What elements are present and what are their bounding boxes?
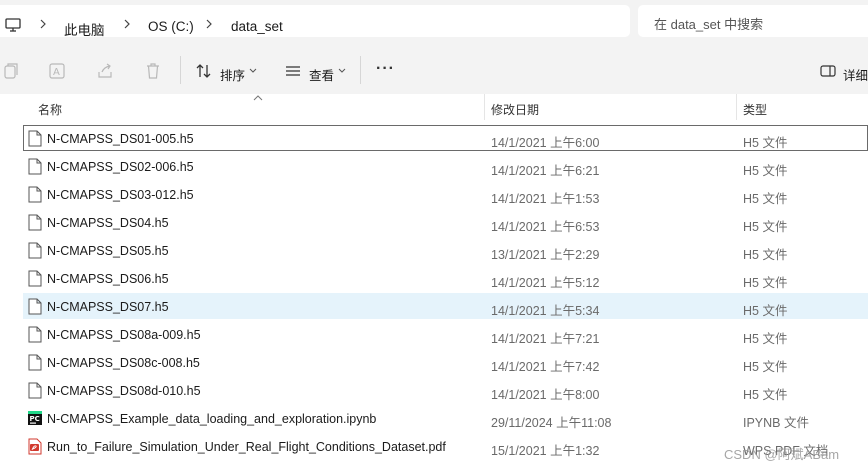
- file-name: N-CMAPSS_DS07.h5: [47, 300, 169, 314]
- sort-label: 排序: [220, 69, 246, 83]
- search-input[interactable]: 在 data_set 中搜索: [638, 5, 868, 37]
- file-row[interactable]: N-CMAPSS_DS08c-008.h5 14/1/2021 上午7:42 H…: [0, 349, 868, 377]
- file-type: H5 文件: [743, 304, 788, 318]
- toolbar-divider: [360, 56, 361, 84]
- file-list: N-CMAPSS_DS01-005.h5 14/1/2021 上午6:00 H5…: [0, 125, 868, 461]
- chevron-right-icon[interactable]: [120, 17, 134, 31]
- file-row[interactable]: N-CMAPSS_DS04.h5 14/1/2021 上午6:53 H5 文件: [0, 209, 868, 237]
- file-row[interactable]: N-CMAPSS_DS08d-010.h5 14/1/2021 上午8:00 H…: [0, 377, 868, 405]
- breadcrumb-this-pc[interactable]: 此电脑: [64, 19, 105, 39]
- file-date: 14/1/2021 上午6:21: [491, 164, 600, 178]
- column-divider[interactable]: [484, 94, 485, 120]
- address-bar-strip: 此电脑 OS (C:) data_set 在 data_set 中搜索: [0, 0, 868, 44]
- chevron-right-icon[interactable]: [36, 17, 50, 31]
- file-type: H5 文件: [743, 220, 788, 234]
- file-date: 14/1/2021 上午6:00: [491, 136, 600, 150]
- column-divider[interactable]: [736, 94, 737, 120]
- breadcrumb-drive-c[interactable]: OS (C:): [148, 19, 194, 34]
- search-placeholder: 在 data_set 中搜索: [654, 17, 764, 32]
- file-row[interactable]: N-CMAPSS_DS03-012.h5 14/1/2021 上午1:53 H5…: [0, 181, 868, 209]
- svg-text:A: A: [53, 67, 60, 78]
- address-bar[interactable]: 此电脑 OS (C:) data_set: [0, 5, 630, 39]
- pdf-icon: [28, 438, 42, 455]
- chevron-down-icon: [338, 68, 346, 73]
- file-name: N-CMAPSS_DS08d-010.h5: [47, 384, 201, 398]
- toolbar-divider: [180, 56, 181, 84]
- file-name: Run_to_Failure_Simulation_Under_Real_Fli…: [47, 440, 446, 454]
- file-row[interactable]: N-CMAPSS_DS08a-009.h5 14/1/2021 上午7:21 H…: [0, 321, 868, 349]
- file-icon: [28, 326, 42, 343]
- file-name: N-CMAPSS_DS01-005.h5: [47, 132, 194, 146]
- sort-ascending-icon: [253, 95, 263, 101]
- file-type: H5 文件: [743, 360, 788, 374]
- file-date: 14/1/2021 上午1:53: [491, 192, 600, 206]
- file-icon: [28, 270, 42, 287]
- rename-icon[interactable]: A: [48, 62, 66, 80]
- file-date: 14/1/2021 上午6:53: [491, 220, 600, 234]
- file-type: H5 文件: [743, 164, 788, 178]
- share-icon[interactable]: [96, 62, 114, 80]
- file-date: 14/1/2021 上午8:00: [491, 388, 600, 402]
- file-type: H5 文件: [743, 388, 788, 402]
- file-type: H5 文件: [743, 192, 788, 206]
- breadcrumb-data-set[interactable]: data_set: [231, 19, 283, 34]
- command-bar: A 排序 查看 ··· 详细: [0, 44, 868, 95]
- file-row[interactable]: N-CMAPSS_DS06.h5 14/1/2021 上午5:12 H5 文件: [0, 265, 868, 293]
- view-icon: [286, 66, 300, 76]
- sort-icon: [196, 64, 211, 78]
- file-row[interactable]: N-CMAPSS_DS05.h5 13/1/2021 上午2:29 H5 文件: [0, 237, 868, 265]
- file-date: 13/1/2021 上午2:29: [491, 248, 600, 262]
- file-type: IPYNB 文件: [743, 416, 809, 430]
- file-row[interactable]: N-CMAPSS_DS02-006.h5 14/1/2021 上午6:21 H5…: [0, 153, 868, 181]
- pycharm-icon: PC: [28, 411, 42, 425]
- svg-text:PC: PC: [30, 415, 40, 423]
- watermark: CSDN @阿斌ABam: [724, 447, 840, 462]
- file-name: N-CMAPSS_DS06.h5: [47, 272, 169, 286]
- file-date: 14/1/2021 上午7:42: [491, 360, 600, 374]
- file-type: H5 文件: [743, 248, 788, 262]
- file-type: H5 文件: [743, 276, 788, 290]
- file-icon: [28, 242, 42, 259]
- copy-icon[interactable]: [2, 62, 20, 80]
- file-name: N-CMAPSS_DS04.h5: [47, 216, 169, 230]
- file-date: 15/1/2021 上午1:32: [491, 444, 600, 458]
- file-name: N-CMAPSS_DS08a-009.h5: [47, 328, 201, 342]
- file-name: N-CMAPSS_DS05.h5: [47, 244, 169, 258]
- file-icon: [28, 354, 42, 371]
- file-row[interactable]: PC N-CMAPSS_Example_data_loading_and_exp…: [0, 405, 868, 433]
- chevron-right-icon[interactable]: [202, 17, 216, 31]
- file-date: 14/1/2021 上午5:12: [491, 276, 600, 290]
- details-pane-icon: [820, 65, 836, 77]
- file-type: H5 文件: [743, 332, 788, 346]
- file-row[interactable]: N-CMAPSS_DS07.h5 14/1/2021 上午5:34 H5 文件: [0, 293, 868, 321]
- file-icon: [28, 186, 42, 203]
- column-name[interactable]: 名称: [38, 101, 62, 118]
- more-options-icon[interactable]: ···: [376, 60, 395, 78]
- file-name: N-CMAPSS_DS02-006.h5: [47, 160, 194, 174]
- file-name: N-CMAPSS_DS03-012.h5: [47, 188, 194, 202]
- file-name: N-CMAPSS_DS08c-008.h5: [47, 356, 200, 370]
- file-row[interactable]: N-CMAPSS_DS01-005.h5 14/1/2021 上午6:00 H5…: [0, 125, 868, 153]
- view-label: 查看: [309, 69, 335, 83]
- file-icon: [28, 298, 42, 315]
- file-date: 14/1/2021 上午5:34: [491, 304, 600, 318]
- column-date-modified[interactable]: 修改日期: [491, 101, 539, 118]
- column-header: 名称 修改日期 类型: [0, 94, 868, 120]
- file-name: N-CMAPSS_Example_data_loading_and_explor…: [47, 412, 377, 426]
- this-pc-icon[interactable]: [5, 18, 21, 32]
- details-label: 详细: [843, 69, 868, 83]
- delete-icon[interactable]: [144, 62, 162, 80]
- file-icon: [28, 130, 42, 147]
- file-icon: [28, 382, 42, 399]
- file-icon: [28, 158, 42, 175]
- file-icon: [28, 214, 42, 231]
- file-type: H5 文件: [743, 136, 788, 150]
- file-date: 29/11/2024 上午11:08: [491, 416, 612, 430]
- file-date: 14/1/2021 上午7:21: [491, 332, 600, 346]
- column-type[interactable]: 类型: [743, 101, 767, 118]
- chevron-down-icon: [249, 68, 257, 73]
